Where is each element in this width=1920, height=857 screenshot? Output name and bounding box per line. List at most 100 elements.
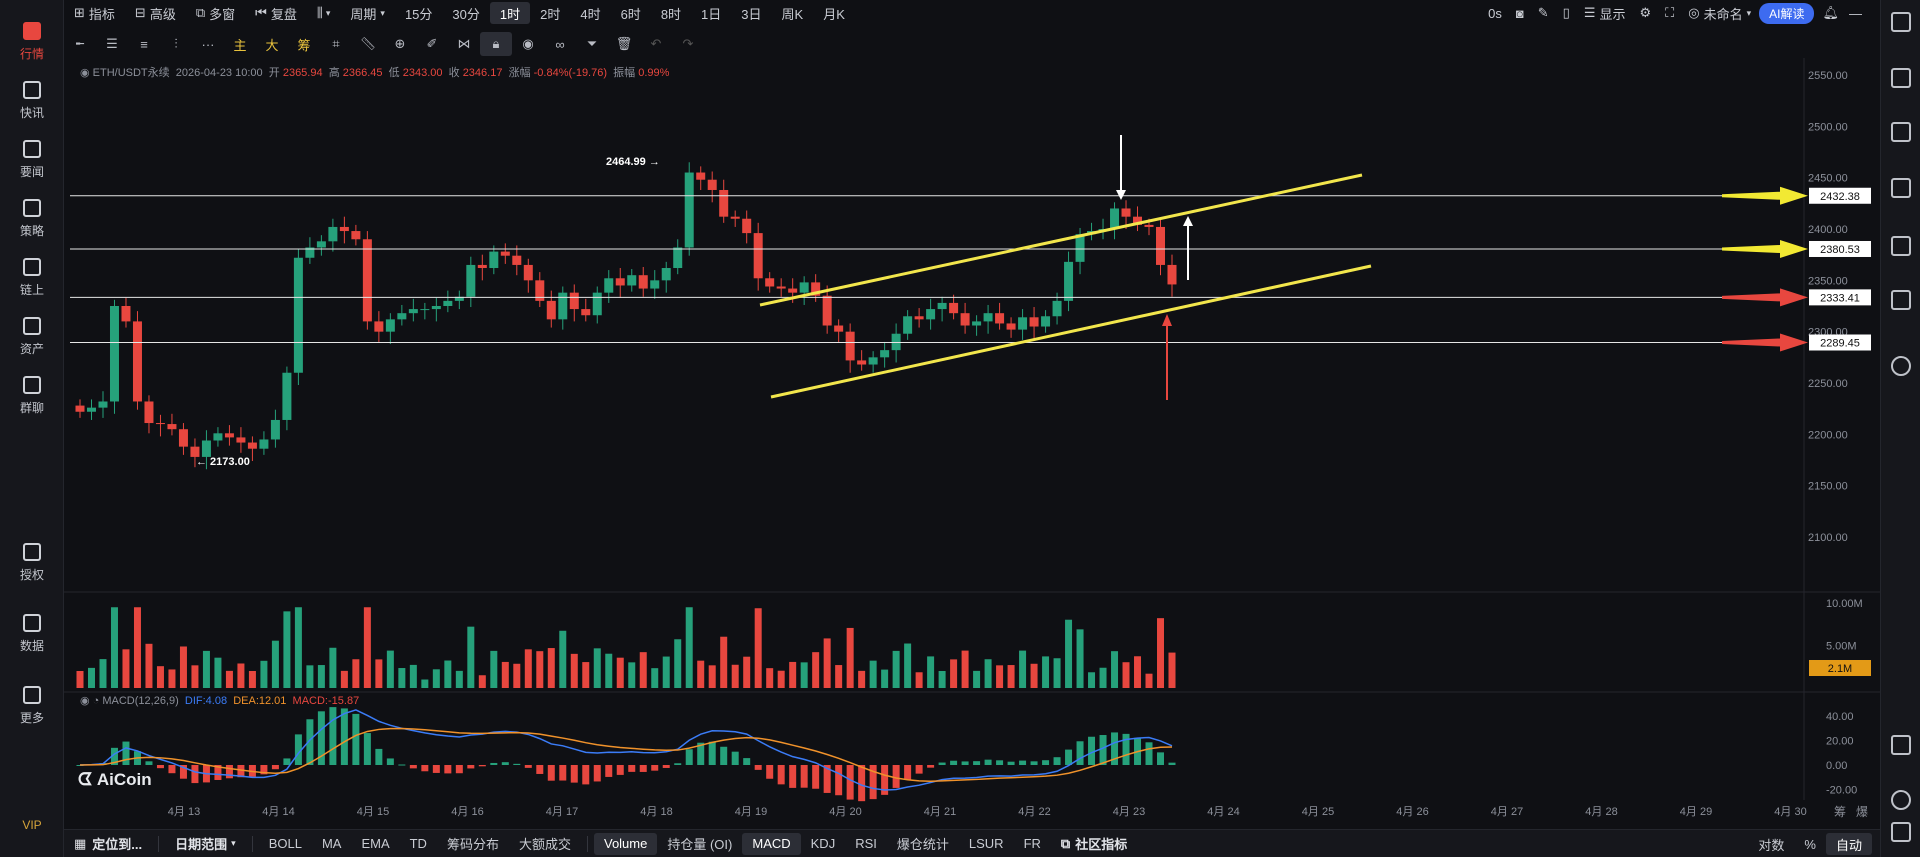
eye-icon[interactable]: ◉ <box>80 67 93 79</box>
nav-item-market[interactable]: 行情 <box>0 12 64 72</box>
nav-item-headlines[interactable]: 要闻 <box>0 130 64 190</box>
trash-icon[interactable]: 🗑︎ <box>608 32 640 56</box>
ruler-icon[interactable]: 📏︎ <box>352 32 384 56</box>
indicator-ma[interactable]: MA <box>312 833 352 855</box>
chart-icon[interactable] <box>1891 178 1911 198</box>
tab-volume[interactable]: Volume <box>593 832 658 855</box>
tab-oi[interactable]: 持仓量 (OI) <box>657 833 742 855</box>
filter-icon[interactable]: ⏷ <box>576 32 608 56</box>
tab-lsur[interactable]: LSUR <box>959 833 1014 855</box>
nav-item-data[interactable]: 数据 <box>0 604 64 664</box>
indicator-td[interactable]: TD <box>400 833 437 855</box>
replay-menu[interactable]: ⏮ 复盘 <box>245 2 307 24</box>
period-1mo[interactable]: 月K <box>813 2 855 24</box>
nav-item-assets[interactable]: 资产 <box>0 307 64 367</box>
gear-icon[interactable]: ⚙ <box>1639 5 1651 21</box>
vip-label[interactable]: VIP <box>0 818 64 832</box>
indicator-menu[interactable]: ⊞ 指标 <box>64 2 125 24</box>
volume-bar <box>1088 672 1096 688</box>
percent-scale-toggle[interactable]: % <box>1794 833 1826 855</box>
minimize-icon[interactable]: — <box>1849 6 1862 21</box>
indicator-boll[interactable]: BOLL <box>259 833 312 855</box>
macd-histogram-bar <box>156 765 164 769</box>
fib-tool-icon[interactable]: ⫶ <box>160 32 192 56</box>
period-4h[interactable]: 4时 <box>570 2 610 24</box>
swap-icon[interactable] <box>1891 356 1911 376</box>
crop-icon[interactable]: ⌗ <box>320 32 352 56</box>
advanced-menu[interactable]: ⊟ 高级 <box>125 2 186 24</box>
lines-tool-icon[interactable]: ☰ <box>96 32 128 56</box>
list-icon[interactable] <box>1891 822 1911 842</box>
pencil-icon[interactable]: ✎ <box>1538 5 1549 21</box>
scale-icon[interactable] <box>1891 735 1911 755</box>
layout-select[interactable]: 未命名 <box>1704 4 1743 23</box>
robot-icon[interactable] <box>1891 290 1911 310</box>
price-chart[interactable]: 2550.002500.002450.002400.002350.002300.… <box>64 58 1880 825</box>
zoom-icon[interactable]: ⊕ <box>384 32 416 56</box>
period-1d[interactable]: 1日 <box>691 2 731 24</box>
magnet-icon[interactable]: ⋈ <box>448 32 480 56</box>
indicator-large-trades[interactable]: 大额成交 <box>509 833 581 855</box>
fullscreen-icon[interactable]: ⛶ <box>1665 5 1674 21</box>
indicator-chip[interactable]: 筹码分布 <box>437 833 509 855</box>
locate-button[interactable]: ▦ 定位到... <box>64 833 152 855</box>
brush-icon[interactable]: ✐ <box>416 32 448 56</box>
period-6h[interactable]: 6时 <box>611 2 651 24</box>
nav-item-chat[interactable]: 群聊 <box>0 366 64 426</box>
nav-item-flash[interactable]: 快讯 <box>0 71 64 131</box>
tab-fr[interactable]: FR <box>1014 833 1051 855</box>
period-3d[interactable]: 3日 <box>731 2 771 24</box>
nav-item-more[interactable]: 更多 <box>0 676 64 736</box>
note-icon[interactable]: ▯ <box>1563 5 1570 21</box>
headset-icon[interactable] <box>1891 790 1911 810</box>
auto-scale-toggle[interactable]: 自动 <box>1825 833 1872 855</box>
large-order-toggle[interactable]: 大 <box>256 32 288 56</box>
link-icon[interactable]: ∞ <box>544 32 576 56</box>
macd-histogram-bar <box>961 761 969 765</box>
date-tick-label: 4月 19 <box>735 806 767 818</box>
tab-kdj[interactable]: KDJ <box>801 833 846 855</box>
tab-liquidations[interactable]: 爆仓统计 <box>887 833 959 855</box>
tab-rsi[interactable]: RSI <box>845 833 887 855</box>
redo-icon[interactable]: ↷ <box>672 32 704 56</box>
robot-icon <box>23 199 41 217</box>
volume-bar <box>536 651 544 688</box>
chip-toggle[interactable]: 筹 <box>288 32 320 56</box>
etf-icon[interactable] <box>1891 236 1911 256</box>
eye-icon[interactable]: ◉ <box>512 32 544 56</box>
more-tools-icon[interactable]: ··· <box>192 32 224 56</box>
eye-icon[interactable]: ◉ ◔ <box>80 695 102 707</box>
period-1w[interactable]: 周K <box>772 2 814 24</box>
indicator-ema[interactable]: EMA <box>351 833 399 855</box>
period-menu[interactable]: 周期 ▾ <box>340 2 395 24</box>
community-indicators-button[interactable]: ⧉ 社区指标 <box>1051 833 1137 855</box>
hline-tool-icon[interactable]: ╾ <box>64 32 96 56</box>
bell-icon[interactable]: 🔔︎ <box>1822 5 1839 21</box>
parallel-tool-icon[interactable]: ≡ <box>128 32 160 56</box>
document-icon[interactable] <box>1891 12 1911 32</box>
lock-icon[interactable]: 🔒︎ <box>480 32 512 56</box>
candle-body <box>167 424 177 430</box>
period-30m[interactable]: 30分 <box>442 2 489 24</box>
nav-item-onchain[interactable]: 链上 <box>0 248 64 308</box>
display-button[interactable]: 显示 <box>1599 4 1625 23</box>
main-chart-toggle[interactable]: 主 <box>224 32 256 56</box>
chevron-down-icon: ▾ <box>1746 7 1752 18</box>
multi-window-menu[interactable]: ⧉ 多窗 <box>186 2 245 24</box>
refresh-timer[interactable]: 0s <box>1488 6 1502 21</box>
period-15m[interactable]: 15分 <box>395 2 442 24</box>
period-2h[interactable]: 2时 <box>530 2 570 24</box>
period-1h[interactable]: 1时 <box>489 2 531 24</box>
layers-icon[interactable] <box>1891 68 1911 88</box>
nav-item-strategy[interactable]: 策略 <box>0 189 64 249</box>
period-8h[interactable]: 8时 <box>651 2 691 24</box>
log-scale-toggle[interactable]: 对数 <box>1748 833 1794 855</box>
chart-type-menu[interactable]: ⫼ ▾ <box>307 2 341 24</box>
nav-item-auth[interactable]: 授权 <box>0 533 64 593</box>
undo-icon[interactable]: ↶ <box>640 32 672 56</box>
date-range-select[interactable]: 日期范围 ▾ <box>165 833 246 855</box>
ai-analysis-button[interactable]: AI解读 <box>1759 2 1815 24</box>
trend-icon[interactable] <box>1891 122 1911 142</box>
camera-icon[interactable]: ◙ <box>1516 6 1524 21</box>
tab-macd[interactable]: MACD <box>742 832 801 855</box>
